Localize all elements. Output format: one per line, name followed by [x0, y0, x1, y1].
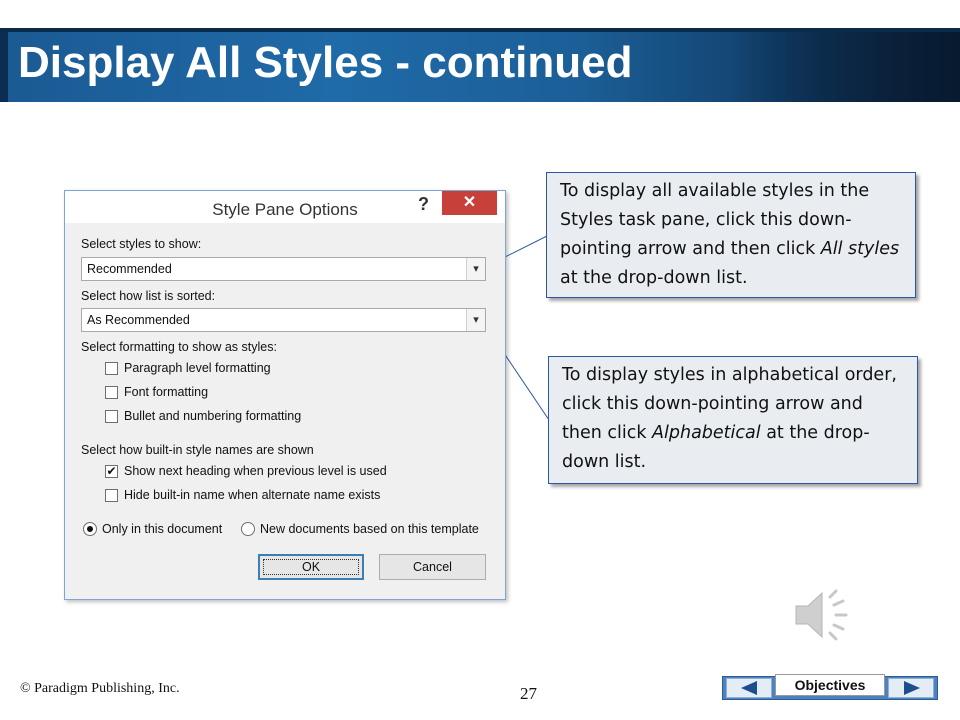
font-formatting-label: Font formatting — [124, 385, 209, 399]
paragraph-formatting-checkbox[interactable] — [105, 362, 118, 375]
prev-slide-button[interactable] — [726, 678, 772, 698]
prev-arrow-icon — [741, 681, 757, 695]
hide-builtin-name-checkbox[interactable] — [105, 489, 118, 502]
chevron-down-icon[interactable]: ▾ — [466, 309, 485, 331]
dialog-body: Select styles to show: Recommended ▾ Sel… — [73, 224, 497, 591]
builtin-label: Select how built-in style names are show… — [81, 443, 314, 457]
objectives-button[interactable]: Objectives — [775, 674, 885, 696]
checkmark-icon: ✔ — [106, 464, 117, 478]
callout-alphabetical-emphasis: Alphabetical — [652, 423, 761, 443]
next-arrow-icon — [904, 681, 920, 695]
font-formatting-checkbox[interactable] — [105, 386, 118, 399]
style-pane-options-dialog: Style Pane Options ? ✕ Select styles to … — [64, 190, 506, 600]
new-documents-radio[interactable] — [241, 522, 255, 536]
dialog-title: Style Pane Options — [212, 200, 358, 219]
callout-all-styles-emphasis: All styles — [820, 239, 900, 259]
bullet-formatting-label: Bullet and numbering formatting — [124, 409, 302, 423]
speaker-icon[interactable] — [790, 585, 860, 645]
sort-dropdown[interactable]: As Recommended ▾ — [81, 308, 486, 332]
formatting-label: Select formatting to show as styles: — [81, 340, 277, 354]
hide-builtin-name-label: Hide built-in name when alternate name e… — [124, 488, 381, 502]
copyright-text: © Paradigm Publishing, Inc. — [20, 681, 180, 696]
sort-label: Select how list is sorted: — [81, 289, 216, 303]
next-slide-button[interactable] — [888, 678, 934, 698]
chevron-down-icon[interactable]: ▾ — [466, 258, 485, 280]
close-button[interactable]: ✕ — [442, 191, 497, 215]
page-number: 27 — [520, 684, 537, 703]
callout-alphabetical: To display styles in alphabetical order,… — [548, 356, 918, 484]
dialog-titlebar: Style Pane Options ? ✕ — [65, 191, 505, 223]
bullet-formatting-checkbox[interactable] — [105, 410, 118, 423]
callout-all-styles-tail: at the drop-down list. — [560, 268, 748, 288]
cancel-button[interactable]: Cancel — [379, 554, 486, 580]
help-icon[interactable]: ? — [418, 194, 429, 215]
only-this-document-radio[interactable] — [83, 522, 97, 536]
select-styles-value: Recommended — [87, 262, 172, 276]
sort-value: As Recommended — [87, 313, 190, 327]
new-documents-label: New documents based on this template — [260, 522, 479, 536]
callout-all-styles: To display all available styles in the S… — [546, 172, 916, 298]
paragraph-formatting-label: Paragraph level formatting — [124, 361, 271, 375]
ok-button-label: OK — [260, 556, 362, 578]
select-styles-label: Select styles to show: — [81, 237, 202, 251]
select-styles-dropdown[interactable]: Recommended ▾ — [81, 257, 486, 281]
show-next-heading-label: Show next heading when previous level is… — [124, 464, 387, 478]
ok-button[interactable]: OK — [258, 554, 364, 580]
only-this-document-label: Only in this document — [102, 522, 223, 536]
slide-navigation: Objectives — [722, 674, 938, 700]
show-next-heading-checkbox[interactable]: ✔ — [105, 465, 118, 478]
